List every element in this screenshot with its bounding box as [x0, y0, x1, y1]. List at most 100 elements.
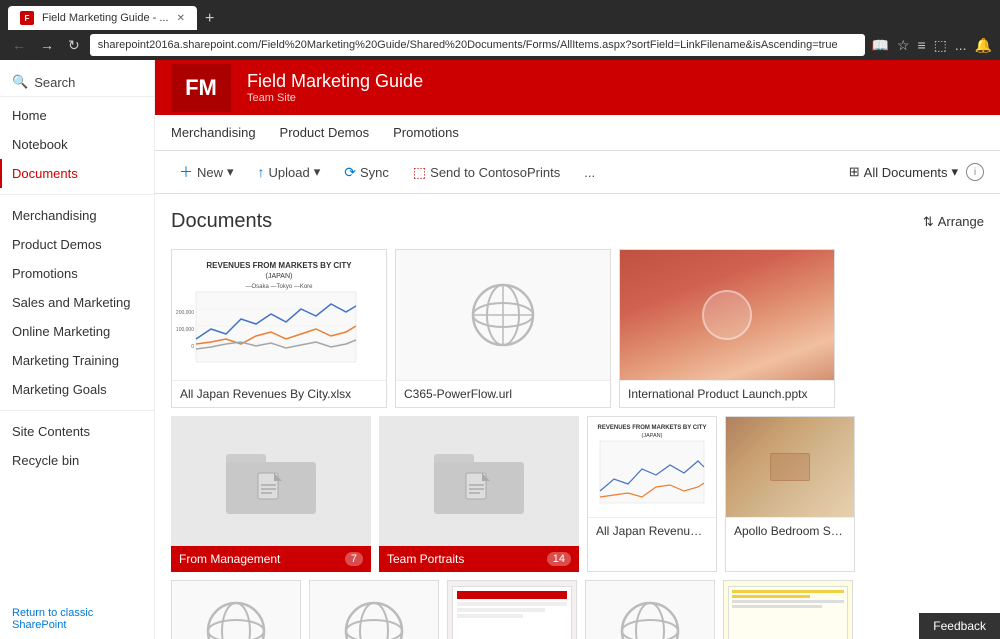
doc-tile-apollo-test[interactable]: Apollo Test Cases.docx...	[171, 580, 301, 639]
globe-icon-svg	[468, 280, 538, 350]
doc-tile-japan-revenues[interactable]: REVENUES FROM MARKETS BY CITY (JAPAN) —O…	[171, 249, 387, 408]
new-label: New	[197, 165, 223, 180]
file-icon-svg	[256, 471, 286, 506]
doc-tile-apollo-bedroom[interactable]: Apollo Bedroom Set.docx	[725, 416, 855, 572]
browser-tabs: F Field Marketing Guide - ... ✕ +	[0, 0, 1000, 30]
doc-thumbnail-apollo-test	[172, 581, 300, 639]
doc-thumbnail-contoso-purchasing	[586, 581, 714, 639]
folder-label-portraits: Team Portraits	[387, 552, 464, 566]
share-icon[interactable]: ⬚	[934, 37, 947, 54]
folder-team-portraits[interactable]: Team Portraits 14	[379, 416, 579, 572]
sidebar-item-merchandising[interactable]: Merchandising	[0, 201, 154, 230]
folder-name-portraits: Team Portraits 14	[379, 546, 579, 572]
favorites-icon[interactable]: ☆	[897, 37, 910, 54]
info-button[interactable]: i	[966, 163, 984, 181]
sync-button[interactable]: ⟳ Sync	[336, 159, 397, 186]
back-button[interactable]: ←	[8, 35, 30, 55]
new-button[interactable]: ＋ New ▾	[171, 157, 242, 187]
folder-count-management: 7	[345, 552, 363, 566]
doc-tile-japan-2[interactable]: REVENUES FROM MARKETS BY CITY (JAPAN) Al…	[587, 416, 717, 572]
forward-button[interactable]: →	[36, 35, 58, 55]
upload-icon: ↑	[258, 164, 265, 180]
feedback-button[interactable]: Feedback	[919, 613, 1000, 639]
sp-header: FM Field Marketing Guide Team Site	[155, 60, 1000, 115]
docs-area: Documents ⇅ Arrange REVENUES FROM MARKET…	[155, 194, 1000, 639]
search-icon: 🔍	[12, 74, 28, 90]
sidebar-item-site-contents[interactable]: Site Contents	[0, 417, 154, 446]
notifications-icon[interactable]: 🔔	[975, 37, 992, 54]
sidebar-item-notebook[interactable]: Notebook	[0, 130, 154, 159]
doc-tile-c365-2[interactable]: C365-PowerFlow.url	[309, 580, 439, 639]
sub-nav: Merchandising Product Demos Promotions	[155, 115, 1000, 151]
folder-thumbnail-management	[171, 416, 371, 546]
more-icon[interactable]: ...	[955, 37, 967, 54]
sidebar-item-sales-marketing[interactable]: Sales and Marketing	[0, 288, 154, 317]
svg-text:0: 0	[191, 344, 194, 350]
send-button[interactable]: ⬚ Send to ContosoPrints	[405, 159, 568, 186]
sidebar-divider-2	[0, 410, 154, 411]
doc-tile-intl-product[interactable]: International Product Launch.pptx	[619, 249, 835, 408]
svg-text:200,000: 200,000	[176, 310, 194, 316]
sp-site-title: Field Marketing Guide	[247, 71, 423, 92]
doc-tile-contoso-purchasing[interactable]: Contoso Purchasing Pro...	[585, 580, 715, 639]
reading-view-icon[interactable]: 📖	[871, 37, 888, 54]
globe-icon-svg-3	[339, 596, 409, 639]
sync-label: Sync	[360, 165, 389, 180]
browser-chrome: F Field Marketing Guide - ... ✕ + ← → ↻ …	[0, 0, 1000, 60]
doc-thumbnail-photo	[620, 250, 834, 380]
new-tab-button[interactable]: +	[197, 10, 222, 28]
tab-title: Field Marketing Guide - ...	[42, 12, 169, 24]
doc-tile-contoso-product[interactable]: Contoso Product Inn...	[447, 580, 577, 639]
doc-thumbnail-bedroom	[726, 417, 854, 517]
svg-text:(JAPAN): (JAPAN)	[642, 433, 663, 439]
grid-icon: ⊞	[849, 164, 860, 180]
close-tab-icon[interactable]: ✕	[177, 13, 185, 24]
sidebar-item-recycle-bin[interactable]: Recycle bin	[0, 446, 154, 475]
browser-toolbar: ← → ↻ sharepoint2016a.sharepoint.com/Fie…	[0, 30, 1000, 60]
sub-nav-product-demos[interactable]: Product Demos	[280, 117, 370, 148]
excel-chart-small: REVENUES FROM MARKETS BY CITY (JAPAN)	[592, 419, 712, 515]
sidebar-item-online-marketing[interactable]: Online Marketing	[0, 317, 154, 346]
sync-icon: ⟳	[344, 164, 356, 181]
globe-icon-svg-2	[201, 596, 271, 639]
sub-nav-merchandising[interactable]: Merchandising	[171, 117, 256, 148]
arrange-icon: ⇅	[923, 214, 934, 230]
all-documents-button[interactable]: ⊞ All Documents ▾	[849, 164, 958, 180]
sub-nav-promotions[interactable]: Promotions	[393, 117, 459, 148]
doc-toolbar: ＋ New ▾ ↑ Upload ▾ ⟳ Sync ⬚ Send to Cont…	[155, 151, 1000, 194]
upload-label: Upload	[269, 165, 310, 180]
browser-tab-active[interactable]: F Field Marketing Guide - ... ✕	[8, 6, 197, 30]
refresh-button[interactable]: ↻	[64, 35, 84, 56]
all-docs-label: All Documents	[864, 165, 948, 180]
sidebar-item-documents[interactable]: Documents	[0, 159, 154, 188]
hub-icon[interactable]: ≡	[917, 37, 925, 54]
svg-text:—Osaka —Tokyo —Kore: —Osaka —Tokyo —Kore	[245, 284, 313, 290]
svg-text:REVENUES FROM MARKETS BY CITY: REVENUES FROM MARKETS BY CITY	[206, 261, 352, 270]
address-bar[interactable]: sharepoint2016a.sharepoint.com/Field%20M…	[90, 34, 866, 56]
return-to-classic-link[interactable]: Return to classic SharePoint	[0, 599, 154, 639]
folder-name-management: From Management 7	[171, 546, 371, 572]
doc-name-apollo-bedroom: Apollo Bedroom Set.docx	[726, 517, 854, 544]
upload-button[interactable]: ↑ Upload ▾	[250, 159, 329, 185]
sidebar-item-home[interactable]: Home	[0, 101, 154, 130]
doc-name-intl-product: International Product Launch.pptx	[620, 380, 834, 407]
sidebar-divider	[0, 194, 154, 195]
folder-thumbnail-portraits	[379, 416, 579, 546]
sidebar: 🔍 Search Home Notebook Documents Merchan…	[0, 60, 155, 639]
arrange-button[interactable]: ⇅ Arrange	[923, 214, 984, 230]
sidebar-item-promotions[interactable]: Promotions	[0, 259, 154, 288]
sidebar-item-marketing-training[interactable]: Marketing Training	[0, 346, 154, 375]
more-button[interactable]: ...	[576, 160, 603, 185]
doc-tile-contract-proposals[interactable]: Contract Proposals.d...	[723, 580, 853, 639]
all-docs-chevron: ▾	[951, 164, 958, 180]
send-label: Send to ContosoPrints	[430, 165, 560, 180]
folder-count-portraits: 14	[547, 552, 571, 566]
folder-from-management[interactable]: From Management 7	[171, 416, 371, 572]
sidebar-item-marketing-goals[interactable]: Marketing Goals	[0, 375, 154, 404]
app-container: 🔍 Search Home Notebook Documents Merchan…	[0, 60, 1000, 639]
sidebar-item-product-demos[interactable]: Product Demos	[0, 230, 154, 259]
tab-favicon: F	[20, 11, 34, 25]
docs-grid: REVENUES FROM MARKETS BY CITY (JAPAN) —O…	[171, 249, 984, 639]
doc-tile-c365[interactable]: C365-PowerFlow.url	[395, 249, 611, 408]
sidebar-search[interactable]: 🔍 Search	[0, 68, 154, 97]
